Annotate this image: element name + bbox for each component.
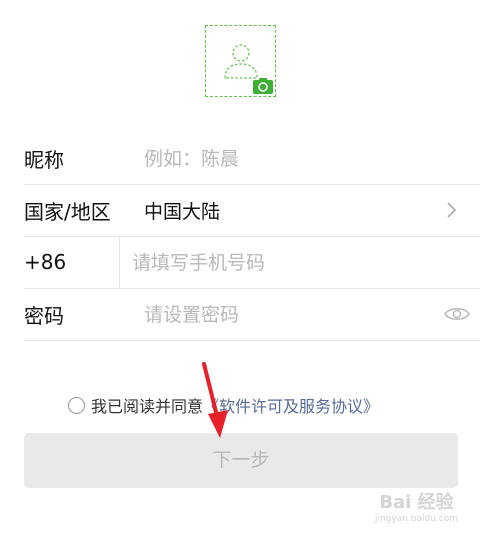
nickname-row: 昵称	[24, 133, 480, 185]
region-value: 中国大陆	[144, 201, 221, 223]
password-row: 密码	[24, 289, 480, 341]
phone-row: +86	[24, 237, 480, 289]
next-button[interactable]: 下一步	[24, 433, 458, 488]
watermark-sub: jingyan.baidu.com	[374, 514, 458, 524]
registration-form: 昵称 国家/地区 中国大陆 +86 密码	[0, 133, 480, 341]
avatar-upload[interactable]	[205, 25, 276, 97]
person-silhouette-icon	[224, 44, 258, 79]
password-input[interactable]	[144, 303, 404, 326]
watermark-main: Bai 经验	[379, 492, 454, 513]
region-row[interactable]: 国家/地区 中国大陆	[24, 185, 480, 237]
annotation-arrow-icon	[202, 362, 228, 438]
eye-icon[interactable]	[444, 304, 470, 324]
country-code[interactable]: +86	[24, 237, 120, 288]
watermark: Bai 经验 jingyan.baidu.com	[375, 488, 458, 524]
agreement-prefix: 我已阅读并同意	[91, 397, 204, 416]
password-label: 密码	[24, 304, 64, 328]
agreement-radio[interactable]	[68, 396, 85, 414]
region-label: 国家/地区	[24, 200, 111, 224]
register-screen: 昵称 国家/地区 中国大陆 +86 密码 我已阅读并同意 《软件许可及服务协议	[0, 0, 480, 540]
chevron-right-icon	[447, 202, 457, 218]
nickname-input[interactable]	[144, 147, 404, 170]
nickname-label: 昵称	[24, 148, 64, 172]
camera-icon	[253, 78, 273, 94]
phone-input[interactable]	[132, 251, 392, 274]
